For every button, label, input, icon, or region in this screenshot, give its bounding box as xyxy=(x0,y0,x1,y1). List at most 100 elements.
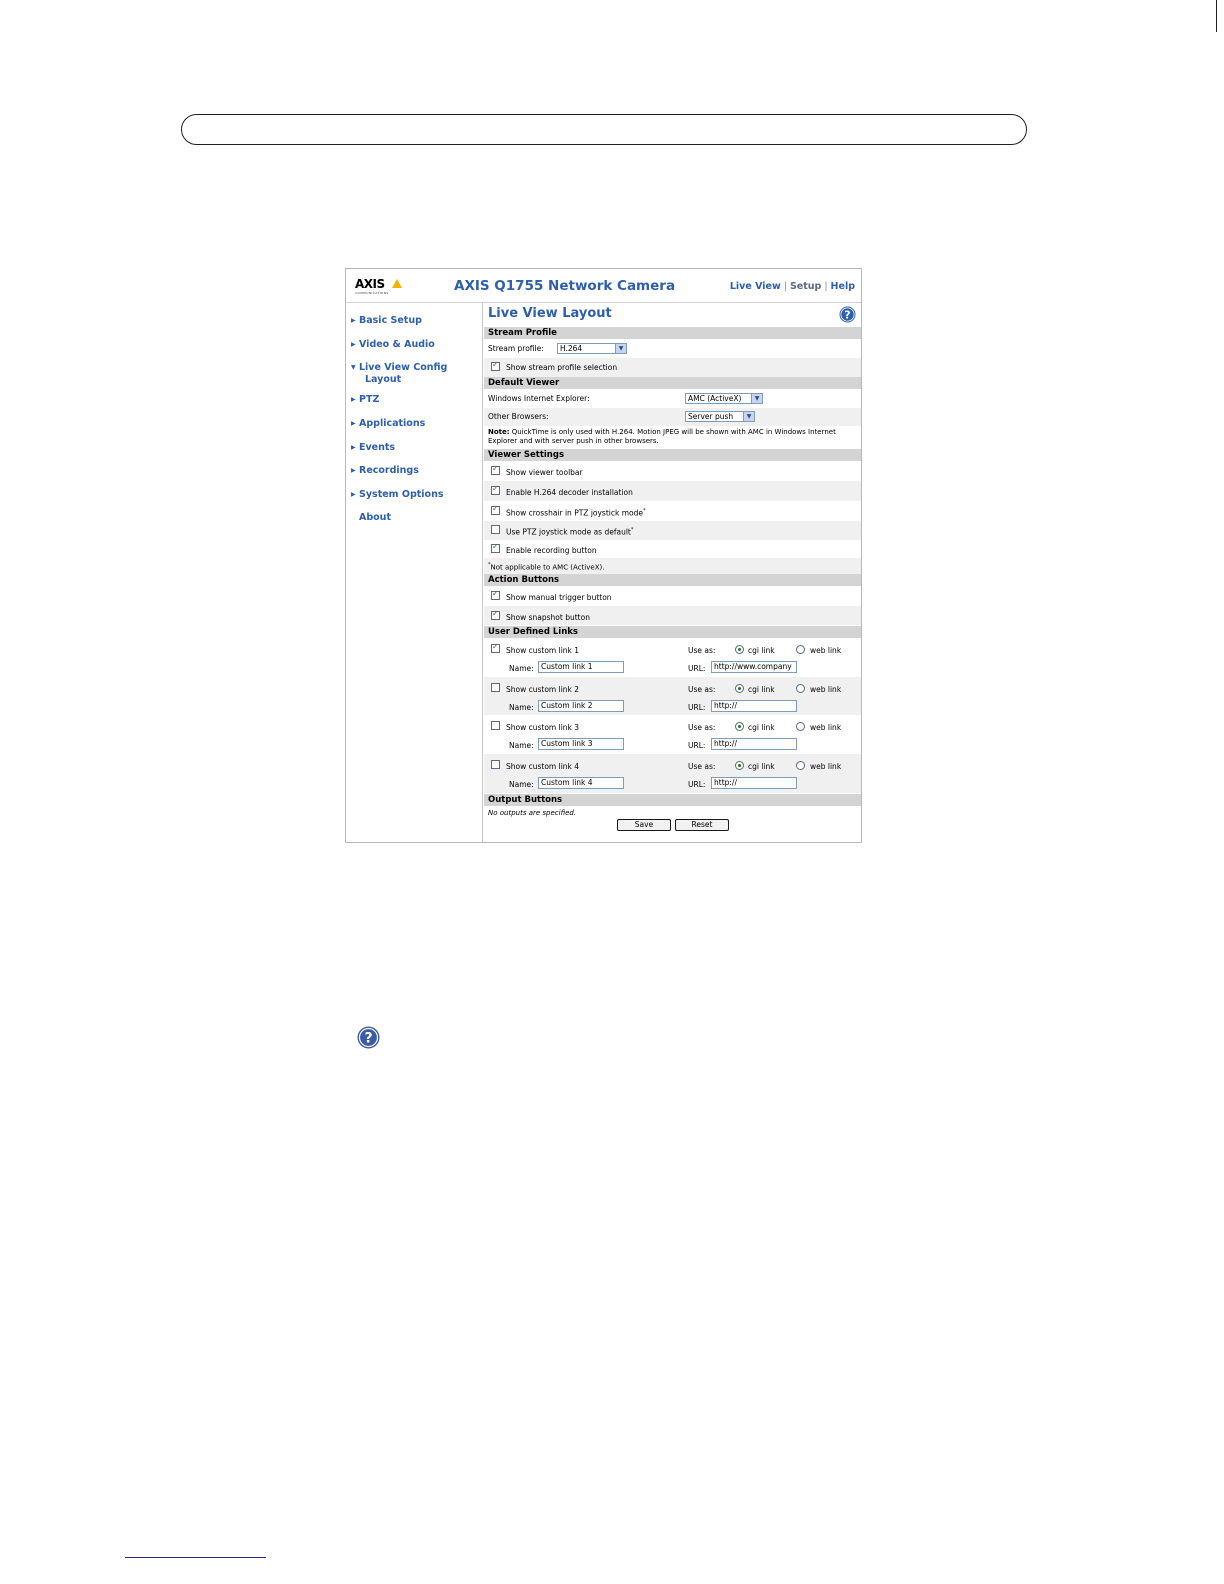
section-viewer-settings: Viewer Settings xyxy=(484,449,861,461)
checkmark-icon: ✓ xyxy=(492,542,499,551)
custom-link-1-web-radio[interactable] xyxy=(796,645,805,654)
name-label: Name: xyxy=(509,664,534,673)
page-edge-line xyxy=(1216,0,1217,32)
checkmark-icon: ✓ xyxy=(492,642,499,651)
custom-link-2-web-radio[interactable] xyxy=(796,684,805,693)
triangle-right-icon: ▶ xyxy=(351,396,356,403)
nav-setup[interactable]: Setup xyxy=(790,281,821,292)
custom-link-2-url-input[interactable]: http:// xyxy=(711,700,797,712)
custom-link-row: Show custom link 4 Use as: cgi link web … xyxy=(484,754,861,793)
stream-profile-select[interactable]: H.264 ▼ xyxy=(557,343,627,354)
viewer-setting-row: ✓ Show crosshair in PTZ joystick mode* xyxy=(484,501,861,521)
custom-link-1-checkbox[interactable]: ✓ xyxy=(491,642,500,653)
reset-button[interactable]: Reset xyxy=(675,819,729,831)
custom-link-2-cgi-radio[interactable] xyxy=(735,684,744,693)
custom-link-3-name-input[interactable]: Custom link 3 xyxy=(538,738,624,750)
custom-link-4-url-input[interactable]: http:// xyxy=(711,777,797,789)
custom-link-4-name-input[interactable]: Custom link 4 xyxy=(538,777,624,789)
ie-viewer-select[interactable]: AMC (ActiveX) ▼ xyxy=(685,393,763,404)
checkmark-icon: ✓ xyxy=(492,609,499,618)
manual-trigger-checkbox[interactable]: ✓ xyxy=(491,589,500,600)
checkmark-icon: ✓ xyxy=(492,504,499,513)
h264-decoder-checkbox[interactable]: ✓ xyxy=(491,484,500,495)
snapshot-button-label: Show snapshot button xyxy=(506,613,590,622)
crosshair-checkbox[interactable]: ✓ xyxy=(491,504,500,515)
custom-link-row: ✓ Show custom link 1 Use as: cgi link we… xyxy=(484,638,861,677)
help-icon[interactable]: ? xyxy=(839,306,856,323)
cgi-link-label: cgi link xyxy=(748,723,775,732)
h264-decoder-label: Enable H.264 decoder installation xyxy=(506,488,633,497)
web-link-label: web link xyxy=(810,762,842,771)
recording-button-checkbox[interactable]: ✓ xyxy=(491,542,500,553)
sidebar-item-live-view-config[interactable]: ▼ Live View Config xyxy=(351,362,447,374)
viewer-setting-row: ✓ Enable H.264 decoder installation xyxy=(484,481,861,501)
sidebar-item-video-audio[interactable]: ▶ Video & Audio xyxy=(351,339,435,351)
crosshair-label: Show crosshair in PTZ joystick mode* xyxy=(506,508,646,518)
other-browsers-row: Other Browsers: Server push ▼ xyxy=(484,408,861,426)
stream-profile-row: Stream profile: H.264 ▼ xyxy=(484,339,861,358)
custom-link-1-label: Show custom link 1 xyxy=(506,646,580,655)
custom-link-3-web-radio[interactable] xyxy=(796,722,805,731)
sidebar-item-system-options[interactable]: ▶ System Options xyxy=(351,489,444,501)
custom-link-3-label: Show custom link 3 xyxy=(506,723,580,732)
show-profile-selection-label: Show stream profile selection xyxy=(506,363,618,372)
top-nav: Live View | Setup | Help xyxy=(730,281,855,292)
triangle-right-icon: ▶ xyxy=(351,317,356,324)
viewer-footnote: *Not applicable to AMC (ActiveX). xyxy=(488,562,605,572)
url-label: URL: xyxy=(688,703,706,712)
svg-text:?: ? xyxy=(844,308,850,321)
name-label: Name: xyxy=(509,741,534,750)
save-button[interactable]: Save xyxy=(617,819,671,831)
use-as-label: Use as: xyxy=(688,685,716,694)
custom-link-1-name-input[interactable]: Custom link 1 xyxy=(538,661,624,673)
custom-link-2-name-input[interactable]: Custom link 2 xyxy=(538,700,624,712)
nav-help[interactable]: Help xyxy=(831,281,855,292)
footnote-row: *Not applicable to AMC (ActiveX). xyxy=(484,558,861,574)
sidebar-item-applications[interactable]: ▶ Applications xyxy=(351,418,425,430)
web-link-label: web link xyxy=(810,685,842,694)
sidebar-item-basic-setup[interactable]: ▶ Basic Setup xyxy=(351,315,422,327)
camera-web-ui: AXIS COMMUNICATIONS AXIS Q1755 Network C… xyxy=(345,268,862,843)
viewer-toolbar-checkbox[interactable]: ✓ xyxy=(491,464,500,475)
section-stream-profile: Stream Profile xyxy=(484,327,861,339)
viewer-setting-row: Use PTZ joystick mode as default* xyxy=(484,521,861,540)
custom-link-4-cgi-radio[interactable] xyxy=(735,761,744,770)
chevron-down-icon: ▼ xyxy=(615,344,626,353)
action-button-row: ✓ Show manual trigger button xyxy=(484,586,861,606)
custom-link-4-web-radio[interactable] xyxy=(796,761,805,770)
show-profile-selection-checkbox[interactable]: ✓ xyxy=(491,360,500,371)
sidebar-item-recordings[interactable]: ▶ Recordings xyxy=(351,465,419,477)
viewer-setting-row: ✓ Show viewer toolbar xyxy=(484,461,861,481)
triangle-right-icon: ▶ xyxy=(351,491,356,498)
sidebar-item-ptz[interactable]: ▶ PTZ xyxy=(351,394,379,406)
url-label: URL: xyxy=(688,780,706,789)
section-default-viewer: Default Viewer xyxy=(484,377,861,389)
custom-link-3-checkbox[interactable] xyxy=(491,721,500,730)
recording-button-label: Enable recording button xyxy=(506,546,597,555)
checkmark-icon: ✓ xyxy=(492,589,499,598)
custom-link-4-checkbox[interactable] xyxy=(491,760,500,769)
checkmark-icon: ✓ xyxy=(492,360,499,369)
checkmark-icon: ✓ xyxy=(492,484,499,493)
custom-link-1-url-input[interactable]: http://www.company xyxy=(711,661,797,673)
sidebar-subitem-layout[interactable]: Layout xyxy=(365,374,401,385)
joystick-default-checkbox[interactable] xyxy=(491,525,500,534)
snapshot-button-checkbox[interactable]: ✓ xyxy=(491,609,500,620)
cgi-link-label: cgi link xyxy=(748,685,775,694)
section-output-buttons: Output Buttons xyxy=(484,794,861,806)
custom-link-3-cgi-radio[interactable] xyxy=(735,722,744,731)
custom-link-2-checkbox[interactable] xyxy=(491,683,500,692)
sidebar-item-events[interactable]: ▶ Events xyxy=(351,442,395,454)
custom-link-3-url-input[interactable]: http:// xyxy=(711,738,797,750)
chevron-down-icon: ▼ xyxy=(743,412,754,421)
triangle-right-icon: ▶ xyxy=(351,444,356,451)
manual-trigger-label: Show manual trigger button xyxy=(506,593,612,602)
sidebar-item-about[interactable]: About xyxy=(359,512,391,524)
other-browsers-select[interactable]: Server push ▼ xyxy=(685,411,755,422)
nav-live-view[interactable]: Live View xyxy=(730,281,781,292)
nav-separator: | xyxy=(783,281,787,292)
custom-link-1-cgi-radio[interactable] xyxy=(735,645,744,654)
joystick-default-label: Use PTZ joystick mode as default* xyxy=(506,527,634,537)
stream-profile-label: Stream profile: xyxy=(488,344,544,353)
svg-text:?: ? xyxy=(364,1031,372,1047)
